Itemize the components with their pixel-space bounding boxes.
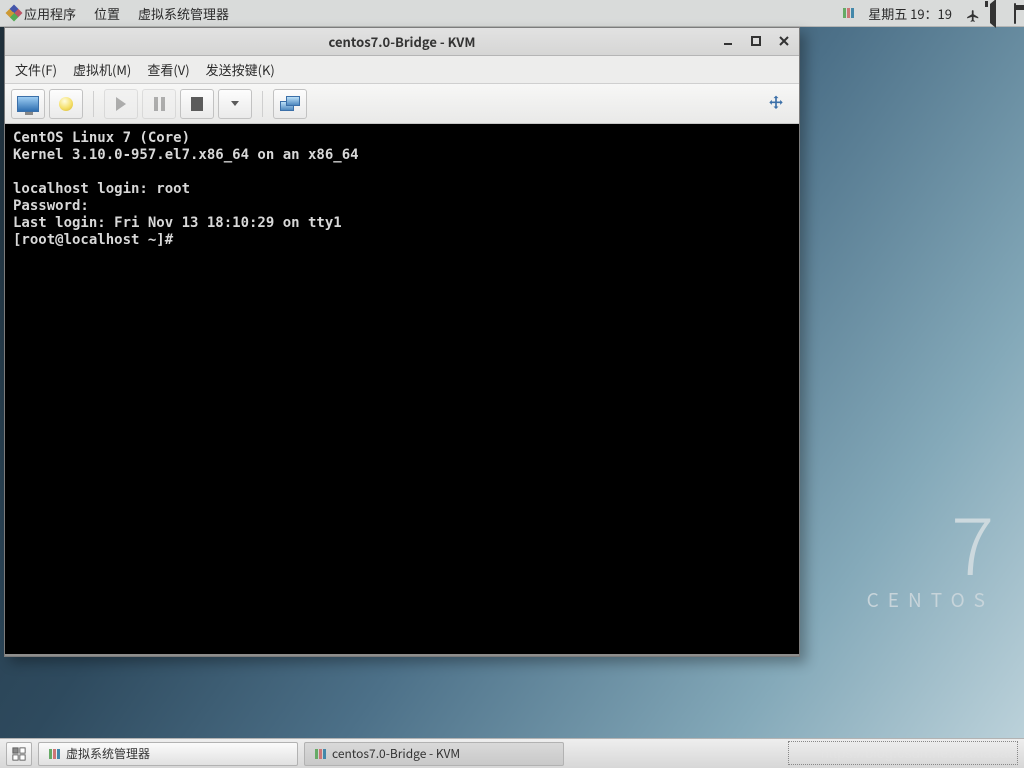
vmm-icon	[49, 749, 60, 759]
monitor-icon	[17, 96, 39, 112]
chevron-down-icon	[231, 101, 239, 106]
volume-icon[interactable]	[988, 2, 1002, 25]
pause-icon	[154, 97, 165, 111]
term-line: Kernel 3.10.0-957.el7.x86_64 on an x86_6…	[13, 147, 359, 163]
shutdown-menu-button[interactable]	[218, 89, 252, 119]
taskbar-item-kvm[interactable]: centos7.0-Bridge - KVM	[304, 742, 564, 766]
menu-virtual-machine[interactable]: 虚拟机(M)	[73, 60, 131, 79]
lightbulb-icon	[59, 97, 73, 111]
top-panel: 应用程序 位置 虚拟系统管理器 星期五 19：19	[0, 0, 1024, 27]
separator	[93, 91, 94, 117]
maximize-button[interactable]	[745, 30, 767, 52]
term-line: [root@localhost ~]#	[13, 232, 173, 248]
titlebar[interactable]: centos7.0-Bridge - KVM	[5, 28, 799, 56]
places-menu[interactable]: 位置	[92, 2, 122, 25]
show-desktop-button[interactable]	[6, 742, 32, 766]
apps-menu[interactable]: 应用程序	[6, 2, 78, 25]
vmm-icon	[315, 749, 326, 759]
term-line: localhost login: root	[13, 181, 190, 197]
windows-icon	[280, 96, 300, 112]
details-button[interactable]	[49, 89, 83, 119]
taskbar-item-label: 虚拟系统管理器	[66, 745, 150, 762]
snapshots-button[interactable]	[273, 89, 307, 119]
term-line: CentOS Linux 7 (Core)	[13, 130, 190, 146]
workspace-icon	[12, 747, 26, 761]
guest-console[interactable]: CentOS Linux 7 (Core) Kernel 3.10.0-957.…	[5, 124, 799, 654]
toolbar	[5, 84, 799, 124]
term-line: Password:	[13, 198, 89, 214]
airplane-mode-icon[interactable]	[964, 6, 978, 20]
separator	[262, 91, 263, 117]
menu-view[interactable]: 查看(V)	[147, 60, 189, 79]
taskbar-item-vmm[interactable]: 虚拟系统管理器	[38, 742, 298, 766]
window-title: centos7.0-Bridge - KVM	[329, 32, 476, 51]
fullscreen-button[interactable]	[759, 89, 793, 119]
centos-seven: 7	[867, 501, 994, 581]
term-line: Last login: Fri Nov 13 18:10:29 on tty1	[13, 215, 342, 231]
play-icon	[116, 97, 126, 111]
close-button[interactable]	[773, 30, 795, 52]
console-button[interactable]	[11, 89, 45, 119]
apps-label: 应用程序	[24, 4, 76, 23]
run-button	[104, 89, 138, 119]
battery-icon[interactable]	[1012, 2, 1018, 25]
vm-indicator-icon[interactable]	[841, 6, 856, 20]
shutdown-button[interactable]	[180, 89, 214, 119]
move-arrows-icon	[766, 94, 786, 114]
vmm-shortcut[interactable]: 虚拟系统管理器	[136, 2, 231, 25]
clock[interactable]: 星期五 19：19	[866, 2, 954, 25]
menu-file[interactable]: 文件(F)	[15, 60, 57, 79]
stop-icon	[191, 97, 203, 111]
centos-name: CENTOS	[867, 586, 994, 613]
menubar: 文件(F) 虚拟机(M) 查看(V) 发送按键(K)	[5, 56, 799, 84]
pause-button	[142, 89, 176, 119]
minimize-button[interactable]	[717, 30, 739, 52]
menu-send-key[interactable]: 发送按键(K)	[206, 60, 275, 79]
distributor-logo-icon	[6, 5, 23, 22]
bottom-taskbar: 虚拟系统管理器 centos7.0-Bridge - KVM	[0, 738, 1024, 768]
centos-logo: 7 CENTOS	[867, 501, 994, 613]
taskbar-item-label: centos7.0-Bridge - KVM	[332, 745, 460, 762]
kvm-viewer-window: centos7.0-Bridge - KVM 文件(F) 虚拟机(M) 查看(V…	[4, 27, 800, 657]
